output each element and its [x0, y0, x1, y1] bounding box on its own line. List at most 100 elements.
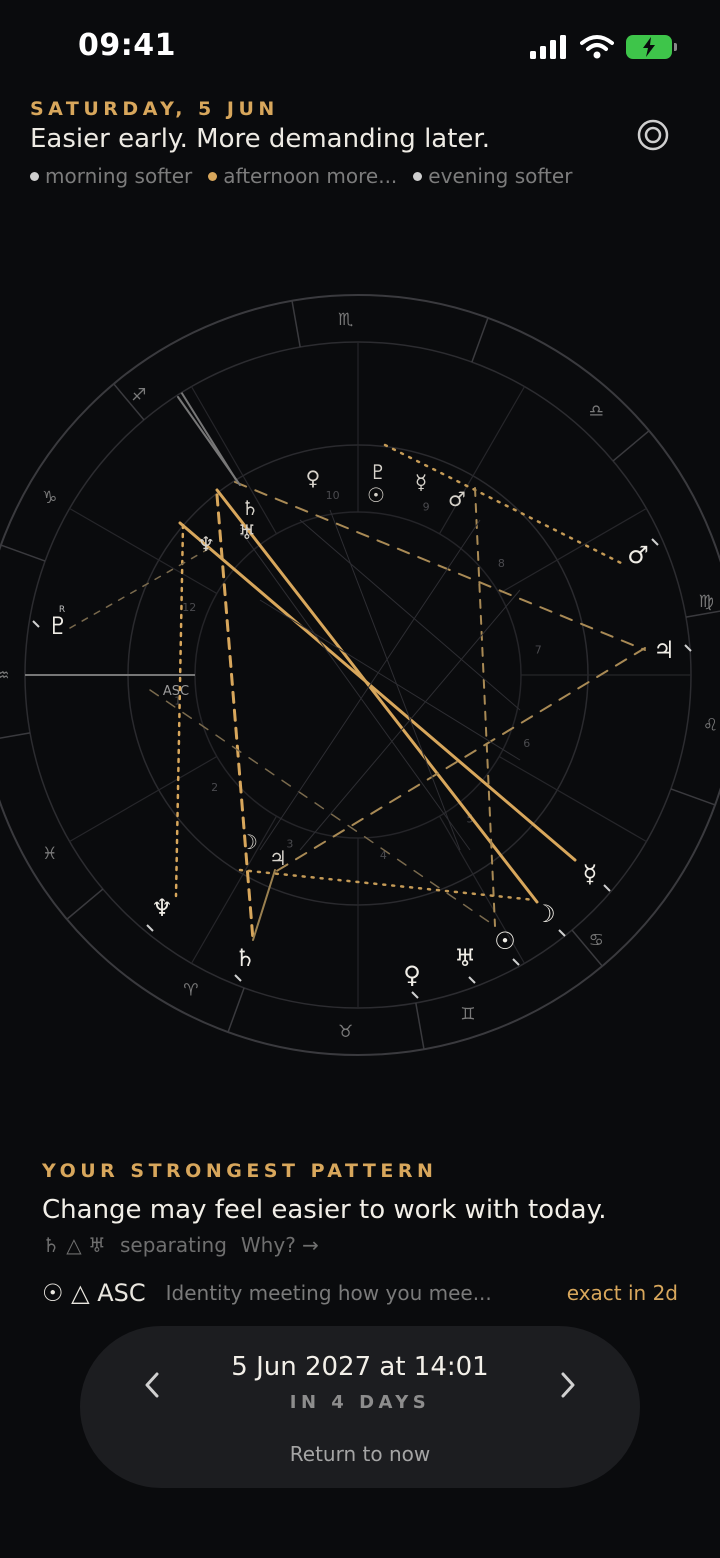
charging-bolt-icon	[643, 37, 655, 57]
sign-divider	[612, 430, 650, 462]
planet-tick	[651, 538, 659, 546]
wifi-icon	[580, 35, 614, 59]
house-cusp	[69, 755, 218, 843]
inner-planet-glyph: ♃	[269, 846, 287, 870]
aspect-line	[234, 481, 646, 651]
planet-tick	[468, 976, 476, 984]
house-number: 9	[423, 500, 430, 513]
sign-divider	[0, 732, 31, 739]
planet-tick	[603, 884, 611, 892]
inner-planet-glyph: ♆	[197, 532, 215, 556]
status-icons	[530, 32, 677, 62]
pattern-aspect-glyphs: ♄ △ ♅	[42, 1233, 106, 1257]
zodiac-sign-glyph: ♏	[338, 310, 353, 330]
inner-planet-glyph: ☽	[240, 830, 258, 854]
planet-tick	[146, 924, 154, 932]
target-icon[interactable]	[636, 118, 670, 152]
natal-chart-wheel[interactable]: ♈♉♊♋♌♍♎♏♐♑♒♓123456789101112ASC♄♆ ♅♀ ♇☉☿♂☽♃…	[0, 290, 720, 1060]
status-time: 09:41	[78, 28, 176, 63]
sign-divider	[227, 987, 245, 1033]
zodiac-sign-glyph: ♎	[589, 401, 604, 421]
house-number: 12	[182, 601, 196, 614]
planet-tick	[411, 991, 419, 999]
aspect-line-faint	[299, 519, 521, 711]
phase-evening: evening softer	[413, 164, 572, 188]
outer-planet-glyph: ☽	[534, 900, 556, 928]
aspect-line-faint	[299, 589, 521, 851]
aspect-line	[238, 868, 537, 902]
planet-tick	[234, 974, 242, 982]
house-number: 2	[211, 781, 218, 794]
pattern-status: separating	[119, 1233, 227, 1257]
sign-divider	[670, 788, 716, 806]
house-number: 7	[535, 644, 542, 657]
phase-dot	[30, 171, 39, 181]
date-label: SATURDAY, 5 JUN	[30, 98, 279, 120]
why-link[interactable]: Why? →	[241, 1233, 319, 1257]
phase-dot	[208, 171, 218, 181]
phase-morning: morning softer	[30, 164, 192, 188]
time-control: 5 Jun 2027 at 14:01 IN 4 DAYS Return to …	[80, 1326, 640, 1488]
planet-tick	[32, 620, 40, 628]
house-number: 8	[498, 557, 505, 570]
aspect-line	[474, 487, 496, 927]
pattern-title: Change may feel easier to work with toda…	[42, 1195, 607, 1225]
zodiac-sign-glyph: ♋	[589, 931, 604, 951]
aspect-row[interactable]: ☉ △ ASC Identity meeting how you mee... …	[42, 1276, 678, 1310]
phase-label: evening softer	[428, 164, 573, 188]
inner-planet-glyph: ♅	[238, 520, 256, 544]
inner-planet-glyph: ♀	[306, 466, 321, 490]
house-cusp	[69, 507, 218, 595]
aspect-line	[177, 396, 241, 486]
house-cusp	[498, 755, 647, 843]
phase-afternoon: afternoon more...	[208, 164, 397, 188]
outer-planet-glyph: ☿	[583, 860, 598, 888]
sign-divider	[66, 888, 104, 920]
planet-tick	[558, 929, 566, 937]
aspect-line	[269, 647, 646, 876]
aspect-line-faint	[259, 519, 481, 851]
aspect-description: Identity meeting how you mee...	[165, 1281, 492, 1305]
outer-planet-glyph: ☉	[494, 927, 516, 955]
house-cusp	[190, 815, 278, 964]
sign-divider	[0, 544, 46, 562]
aspect-line	[174, 523, 185, 898]
return-to-now-button[interactable]: Return to now	[80, 1442, 640, 1466]
day-headline: Easier early. More demanding later.	[30, 124, 490, 154]
battery-charging-icon	[626, 35, 677, 59]
sign-divider	[291, 300, 301, 348]
zodiac-sign-glyph: ♌	[703, 716, 718, 736]
inner-planet-glyph: ♇	[369, 460, 387, 484]
inner-planet-glyph: ♂	[448, 487, 466, 511]
zodiac-sign-glyph: ♊	[460, 1005, 475, 1025]
pattern-meta: ♄ △ ♅ separating Why? →	[42, 1233, 319, 1257]
aspect-line	[215, 493, 255, 942]
ascendant-label: ASC	[163, 684, 189, 699]
phase-dot	[413, 171, 423, 181]
aspect-line	[69, 547, 211, 629]
retrograde-marker: R	[59, 605, 65, 615]
house-cusp	[498, 507, 647, 595]
zodiac-sign-glyph: ♉	[338, 1022, 353, 1042]
zodiac-sign-glyph: ♓	[42, 844, 57, 864]
planet-tick	[512, 958, 520, 966]
aspect-line	[149, 689, 496, 927]
aspect-line	[215, 488, 539, 904]
zodiac-sign-glyph: ♐	[131, 385, 146, 405]
inner-planet-glyph: ☉	[367, 483, 385, 507]
outer-planet-glyph: ♂	[627, 541, 649, 569]
outer-planet-glyph: ♀	[403, 961, 421, 989]
aspect-timing: exact in 2d	[566, 1281, 678, 1305]
aspect-symbol: ☉ △ ASC	[42, 1279, 146, 1307]
zodiac-sign-glyph: ♑	[42, 488, 57, 508]
aspect-line	[383, 443, 627, 567]
outer-planet-glyph: ♄	[234, 944, 256, 972]
inner-planet-glyph: ☿	[415, 470, 427, 494]
phase-label: morning softer	[45, 164, 193, 188]
house-number: 6	[523, 737, 530, 750]
outer-planet-glyph: ♇	[47, 612, 69, 640]
house-cusp	[438, 386, 526, 535]
day-phases: morning softer afternoon more... evening…	[30, 164, 572, 188]
house-number: 3	[286, 838, 293, 851]
chevron-right-icon[interactable]	[556, 1368, 580, 1402]
